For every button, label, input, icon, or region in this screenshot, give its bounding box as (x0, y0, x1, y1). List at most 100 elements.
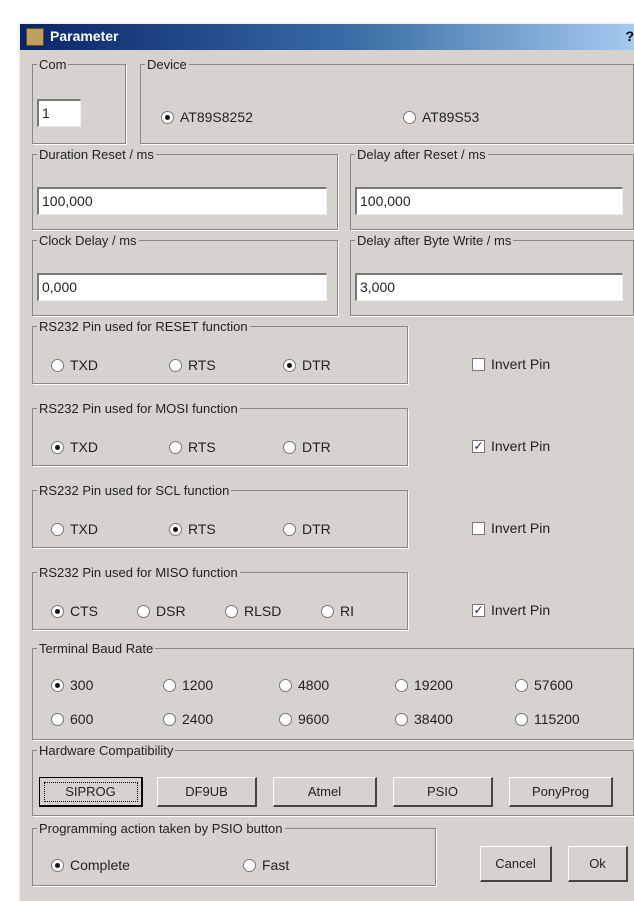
delay-after-byte-input[interactable]: 3,000 (355, 273, 623, 301)
miso-radio-dsr[interactable]: DSR (137, 603, 186, 619)
baud-radio-300[interactable]: 300 (51, 677, 93, 693)
radio-icon (51, 712, 64, 726)
radio-selected-icon (161, 110, 174, 124)
ponyprog-button[interactable]: PonyProg (509, 777, 613, 807)
radio-label: RI (340, 603, 354, 619)
clock-delay-legend: Clock Delay / ms (39, 233, 137, 248)
radio-label: 2400 (182, 711, 214, 727)
miso-radio-ri[interactable]: RI (321, 603, 354, 619)
hardware-group: Hardware Compatibility SIPROG DF9UB Atme… (32, 744, 634, 816)
radio-selected-icon (51, 678, 64, 692)
baud-radio-19200[interactable]: 19200 (395, 677, 453, 693)
help-button[interactable]: ? (625, 28, 634, 44)
mosi-radio-rts[interactable]: RTS (169, 439, 216, 455)
radio-label: RLSD (244, 603, 282, 619)
radio-label: DTR (302, 521, 331, 537)
device-group: Device AT89S8252 AT89S53 (140, 58, 634, 144)
radio-label: DTR (302, 357, 331, 373)
device-radio-at89s8252[interactable]: AT89S8252 (161, 109, 253, 125)
reset-invert-checkbox[interactable]: Invert Pin (472, 356, 550, 372)
reset-radio-txd[interactable]: TXD (51, 357, 98, 373)
radio-icon (163, 712, 176, 726)
prog-radio-fast[interactable]: Fast (243, 857, 289, 873)
baud-radio-57600[interactable]: 57600 (515, 677, 573, 693)
radio-selected-icon (51, 440, 64, 454)
checkbox-icon (472, 521, 485, 535)
device-radio-at89s53[interactable]: AT89S53 (403, 109, 479, 125)
psio-button[interactable]: PSIO (393, 777, 493, 807)
radio-icon (321, 604, 334, 618)
duration-reset-legend: Duration Reset / ms (39, 147, 154, 162)
radio-icon (163, 678, 176, 692)
radio-icon (169, 358, 182, 372)
radio-label: Complete (70, 857, 130, 873)
clock-delay-input[interactable]: 0,000 (37, 273, 327, 301)
baud-rate-group: Terminal Baud Rate 300 1200 4800 19200 5… (32, 642, 634, 740)
delay-after-reset-input[interactable]: 100,000 (355, 187, 623, 215)
radio-label: CTS (70, 603, 98, 619)
radio-icon (283, 522, 296, 536)
checkbox-icon (472, 357, 485, 371)
sck-radio-txd[interactable]: TXD (51, 521, 98, 537)
baud-radio-38400[interactable]: 38400 (395, 711, 453, 727)
title-bar[interactable]: Parameter ? (20, 24, 634, 50)
mosi-radio-txd[interactable]: TXD (51, 439, 98, 455)
baud-radio-1200[interactable]: 1200 (163, 677, 213, 693)
reset-radio-dtr[interactable]: DTR (283, 357, 331, 373)
miso-pin-legend: RS232 Pin used for MISO function (39, 565, 238, 580)
sck-pin-group: RS232 Pin used for SCL function TXD RTS … (32, 484, 408, 548)
baud-rate-legend: Terminal Baud Rate (39, 641, 154, 656)
baud-radio-9600[interactable]: 9600 (279, 711, 329, 727)
mosi-radio-dtr[interactable]: DTR (283, 439, 331, 455)
app-icon (26, 28, 44, 46)
com-port-input[interactable]: 1 (37, 99, 81, 127)
delay-after-reset-legend: Delay after Reset / ms (357, 147, 486, 162)
miso-radio-rlsd[interactable]: RLSD (225, 603, 281, 619)
delay-after-byte-legend: Delay after Byte Write / ms (357, 233, 512, 248)
duration-reset-input[interactable]: 100,000 (37, 187, 327, 215)
cancel-button[interactable]: Cancel (480, 846, 552, 882)
sck-radio-rts[interactable]: RTS (169, 521, 216, 537)
baud-radio-600[interactable]: 600 (51, 711, 93, 727)
radio-label: TXD (70, 521, 98, 537)
radio-label: 300 (70, 677, 94, 693)
radio-icon (225, 604, 238, 618)
checkbox-label: Invert Pin (491, 356, 551, 372)
sck-invert-checkbox[interactable]: Invert Pin (472, 520, 550, 536)
radio-label: 9600 (298, 711, 330, 727)
ok-button[interactable]: Ok (568, 846, 628, 882)
baud-radio-115200[interactable]: 115200 (515, 711, 580, 727)
siprog-button[interactable]: SIPROG (39, 777, 143, 807)
mosi-pin-group: RS232 Pin used for MOSI function TXD RTS… (32, 402, 408, 466)
delay-after-byte-group: Delay after Byte Write / ms 3,000 (350, 234, 634, 316)
df9ub-button[interactable]: DF9UB (157, 777, 257, 807)
device-legend: Device (147, 57, 187, 72)
radio-icon (279, 678, 292, 692)
window-title: Parameter (50, 28, 119, 44)
miso-invert-checkbox[interactable]: ✓ Invert Pin (472, 602, 550, 618)
miso-radio-cts[interactable]: CTS (51, 603, 98, 619)
checkbox-checked-icon: ✓ (472, 438, 485, 453)
radio-selected-icon (169, 522, 182, 536)
parameter-dialog: Parameter ? Com 1 Device AT89S8252 AT89S… (18, 22, 634, 901)
com-legend: Com (39, 57, 67, 72)
radio-icon (395, 712, 408, 726)
baud-radio-2400[interactable]: 2400 (163, 711, 213, 727)
radio-label: 4800 (298, 677, 330, 693)
radio-label: RTS (188, 521, 216, 537)
mosi-invert-checkbox[interactable]: ✓ Invert Pin (472, 438, 550, 454)
sck-radio-dtr[interactable]: DTR (283, 521, 331, 537)
baud-radio-4800[interactable]: 4800 (279, 677, 329, 693)
reset-radio-rts[interactable]: RTS (169, 357, 216, 373)
duration-reset-group: Duration Reset / ms 100,000 (32, 148, 338, 230)
radio-selected-icon (51, 858, 64, 872)
radio-label: DSR (156, 603, 186, 619)
com-group: Com 1 (32, 58, 126, 144)
prog-action-group: Programming action taken by PSIO button … (32, 822, 436, 886)
radio-icon (283, 440, 296, 454)
reset-pin-legend: RS232 Pin used for RESET function (39, 319, 248, 334)
atmel-button[interactable]: Atmel (273, 777, 377, 807)
prog-radio-complete[interactable]: Complete (51, 857, 130, 873)
radio-icon (515, 678, 528, 692)
radio-label: 1200 (182, 677, 214, 693)
